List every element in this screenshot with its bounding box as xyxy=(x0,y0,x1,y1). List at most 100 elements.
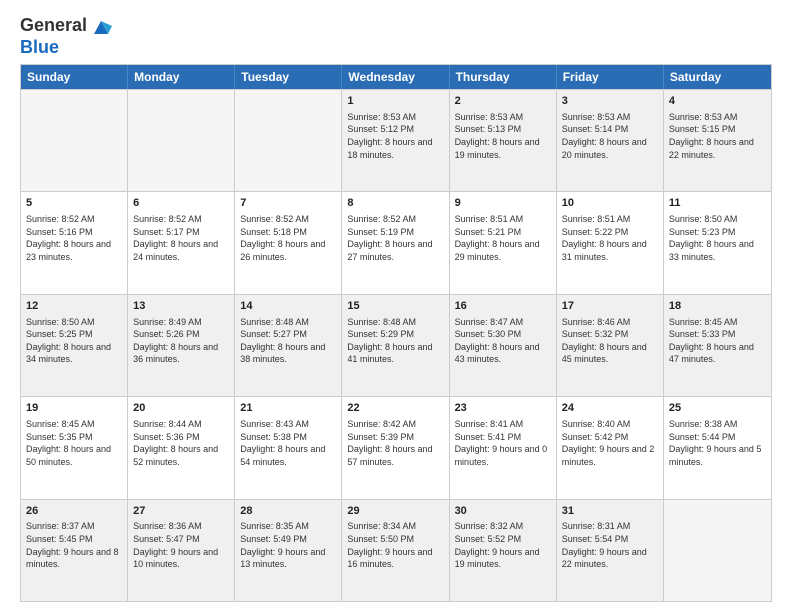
day-number: 23 xyxy=(455,401,551,416)
calendar-cell: 30 Sunrise: 8:32 AMSunset: 5:52 PMDaylig… xyxy=(450,500,557,601)
cell-info: Sunrise: 8:46 AMSunset: 5:32 PMDaylight:… xyxy=(562,316,658,366)
cell-info: Sunrise: 8:36 AMSunset: 5:47 PMDaylight:… xyxy=(133,520,229,570)
calendar-row: 1 Sunrise: 8:53 AMSunset: 5:12 PMDayligh… xyxy=(21,89,771,191)
calendar-cell: 9 Sunrise: 8:51 AMSunset: 5:21 PMDayligh… xyxy=(450,192,557,293)
cell-info: Sunrise: 8:52 AMSunset: 5:18 PMDaylight:… xyxy=(240,213,336,263)
calendar-cell: 5 Sunrise: 8:52 AMSunset: 5:16 PMDayligh… xyxy=(21,192,128,293)
calendar-cell: 11 Sunrise: 8:50 AMSunset: 5:23 PMDaylig… xyxy=(664,192,771,293)
day-number: 8 xyxy=(347,196,443,211)
day-number: 30 xyxy=(455,504,551,519)
calendar-cell: 28 Sunrise: 8:35 AMSunset: 5:49 PMDaylig… xyxy=(235,500,342,601)
cell-info: Sunrise: 8:51 AMSunset: 5:21 PMDaylight:… xyxy=(455,213,551,263)
calendar-cell xyxy=(235,90,342,191)
calendar-cell: 1 Sunrise: 8:53 AMSunset: 5:12 PMDayligh… xyxy=(342,90,449,191)
cell-info: Sunrise: 8:45 AMSunset: 5:33 PMDaylight:… xyxy=(669,316,766,366)
cell-info: Sunrise: 8:31 AMSunset: 5:54 PMDaylight:… xyxy=(562,520,658,570)
day-number: 16 xyxy=(455,299,551,314)
cell-info: Sunrise: 8:42 AMSunset: 5:39 PMDaylight:… xyxy=(347,418,443,468)
day-number: 27 xyxy=(133,504,229,519)
calendar-cell: 23 Sunrise: 8:41 AMSunset: 5:41 PMDaylig… xyxy=(450,397,557,498)
day-number: 1 xyxy=(347,94,443,109)
cell-info: Sunrise: 8:38 AMSunset: 5:44 PMDaylight:… xyxy=(669,418,766,468)
calendar-cell: 3 Sunrise: 8:53 AMSunset: 5:14 PMDayligh… xyxy=(557,90,664,191)
calendar-row: 12 Sunrise: 8:50 AMSunset: 5:25 PMDaylig… xyxy=(21,294,771,396)
day-number: 28 xyxy=(240,504,336,519)
calendar-cell: 14 Sunrise: 8:48 AMSunset: 5:27 PMDaylig… xyxy=(235,295,342,396)
weekday-header: Saturday xyxy=(664,65,771,89)
day-number: 4 xyxy=(669,94,766,109)
day-number: 11 xyxy=(669,196,766,211)
day-number: 5 xyxy=(26,196,122,211)
cell-info: Sunrise: 8:47 AMSunset: 5:30 PMDaylight:… xyxy=(455,316,551,366)
day-number: 10 xyxy=(562,196,658,211)
calendar-cell: 27 Sunrise: 8:36 AMSunset: 5:47 PMDaylig… xyxy=(128,500,235,601)
calendar-page: General Blue SundayMondayTuesdayWednesda… xyxy=(0,0,792,612)
cell-info: Sunrise: 8:44 AMSunset: 5:36 PMDaylight:… xyxy=(133,418,229,468)
calendar-cell: 18 Sunrise: 8:45 AMSunset: 5:33 PMDaylig… xyxy=(664,295,771,396)
calendar-cell: 12 Sunrise: 8:50 AMSunset: 5:25 PMDaylig… xyxy=(21,295,128,396)
calendar-cell: 25 Sunrise: 8:38 AMSunset: 5:44 PMDaylig… xyxy=(664,397,771,498)
cell-info: Sunrise: 8:48 AMSunset: 5:29 PMDaylight:… xyxy=(347,316,443,366)
cell-info: Sunrise: 8:51 AMSunset: 5:22 PMDaylight:… xyxy=(562,213,658,263)
calendar-cell: 15 Sunrise: 8:48 AMSunset: 5:29 PMDaylig… xyxy=(342,295,449,396)
day-number: 17 xyxy=(562,299,658,314)
logo-blue: Blue xyxy=(20,38,112,56)
calendar-cell: 24 Sunrise: 8:40 AMSunset: 5:42 PMDaylig… xyxy=(557,397,664,498)
weekday-header: Thursday xyxy=(450,65,557,89)
calendar-cell: 31 Sunrise: 8:31 AMSunset: 5:54 PMDaylig… xyxy=(557,500,664,601)
cell-info: Sunrise: 8:45 AMSunset: 5:35 PMDaylight:… xyxy=(26,418,122,468)
calendar-cell: 26 Sunrise: 8:37 AMSunset: 5:45 PMDaylig… xyxy=(21,500,128,601)
calendar-cell: 2 Sunrise: 8:53 AMSunset: 5:13 PMDayligh… xyxy=(450,90,557,191)
calendar-cell xyxy=(664,500,771,601)
calendar-cell: 21 Sunrise: 8:43 AMSunset: 5:38 PMDaylig… xyxy=(235,397,342,498)
calendar-cell: 13 Sunrise: 8:49 AMSunset: 5:26 PMDaylig… xyxy=(128,295,235,396)
day-number: 21 xyxy=(240,401,336,416)
logo: General Blue xyxy=(20,16,112,56)
cell-info: Sunrise: 8:32 AMSunset: 5:52 PMDaylight:… xyxy=(455,520,551,570)
day-number: 26 xyxy=(26,504,122,519)
day-number: 25 xyxy=(669,401,766,416)
day-number: 2 xyxy=(455,94,551,109)
day-number: 12 xyxy=(26,299,122,314)
cell-info: Sunrise: 8:53 AMSunset: 5:15 PMDaylight:… xyxy=(669,111,766,161)
calendar-cell: 17 Sunrise: 8:46 AMSunset: 5:32 PMDaylig… xyxy=(557,295,664,396)
calendar-cell: 20 Sunrise: 8:44 AMSunset: 5:36 PMDaylig… xyxy=(128,397,235,498)
day-number: 24 xyxy=(562,401,658,416)
weekday-header: Friday xyxy=(557,65,664,89)
calendar-cell: 29 Sunrise: 8:34 AMSunset: 5:50 PMDaylig… xyxy=(342,500,449,601)
day-number: 13 xyxy=(133,299,229,314)
cell-info: Sunrise: 8:53 AMSunset: 5:12 PMDaylight:… xyxy=(347,111,443,161)
calendar-cell: 8 Sunrise: 8:52 AMSunset: 5:19 PMDayligh… xyxy=(342,192,449,293)
cell-info: Sunrise: 8:52 AMSunset: 5:17 PMDaylight:… xyxy=(133,213,229,263)
day-number: 29 xyxy=(347,504,443,519)
cell-info: Sunrise: 8:34 AMSunset: 5:50 PMDaylight:… xyxy=(347,520,443,570)
day-number: 6 xyxy=(133,196,229,211)
calendar-row: 26 Sunrise: 8:37 AMSunset: 5:45 PMDaylig… xyxy=(21,499,771,601)
weekday-header: Sunday xyxy=(21,65,128,89)
cell-info: Sunrise: 8:53 AMSunset: 5:14 PMDaylight:… xyxy=(562,111,658,161)
calendar-cell: 4 Sunrise: 8:53 AMSunset: 5:15 PMDayligh… xyxy=(664,90,771,191)
day-number: 15 xyxy=(347,299,443,314)
calendar-cell xyxy=(128,90,235,191)
cell-info: Sunrise: 8:35 AMSunset: 5:49 PMDaylight:… xyxy=(240,520,336,570)
cell-info: Sunrise: 8:40 AMSunset: 5:42 PMDaylight:… xyxy=(562,418,658,468)
logo-text: General Blue xyxy=(20,16,112,56)
calendar-row: 5 Sunrise: 8:52 AMSunset: 5:16 PMDayligh… xyxy=(21,191,771,293)
calendar-cell: 19 Sunrise: 8:45 AMSunset: 5:35 PMDaylig… xyxy=(21,397,128,498)
cell-info: Sunrise: 8:50 AMSunset: 5:25 PMDaylight:… xyxy=(26,316,122,366)
cell-info: Sunrise: 8:50 AMSunset: 5:23 PMDaylight:… xyxy=(669,213,766,263)
day-number: 22 xyxy=(347,401,443,416)
cell-info: Sunrise: 8:52 AMSunset: 5:19 PMDaylight:… xyxy=(347,213,443,263)
weekday-header: Monday xyxy=(128,65,235,89)
weekday-header: Tuesday xyxy=(235,65,342,89)
page-header: General Blue xyxy=(20,16,772,56)
calendar-cell: 16 Sunrise: 8:47 AMSunset: 5:30 PMDaylig… xyxy=(450,295,557,396)
calendar-row: 19 Sunrise: 8:45 AMSunset: 5:35 PMDaylig… xyxy=(21,396,771,498)
cell-info: Sunrise: 8:53 AMSunset: 5:13 PMDaylight:… xyxy=(455,111,551,161)
calendar-cell: 6 Sunrise: 8:52 AMSunset: 5:17 PMDayligh… xyxy=(128,192,235,293)
calendar-body: 1 Sunrise: 8:53 AMSunset: 5:12 PMDayligh… xyxy=(21,89,771,601)
logo-general: General xyxy=(20,16,112,38)
day-number: 9 xyxy=(455,196,551,211)
calendar-header: SundayMondayTuesdayWednesdayThursdayFrid… xyxy=(21,65,771,89)
day-number: 18 xyxy=(669,299,766,314)
